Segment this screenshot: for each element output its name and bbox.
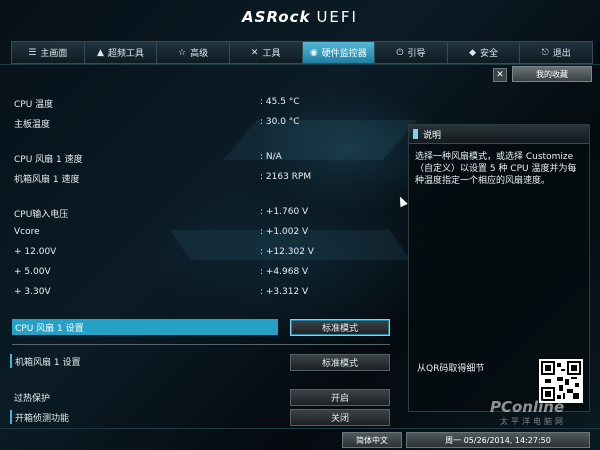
- reading-label: Vcore: [14, 227, 40, 237]
- overheat-protection-select[interactable]: 开启: [290, 389, 390, 406]
- setting-label: 过热保护: [14, 394, 51, 404]
- tab-exit[interactable]: ⎋ 退出: [520, 42, 592, 63]
- description-title: 说明: [423, 131, 442, 141]
- chassis-fan-mode-select[interactable]: 标准模式: [290, 354, 390, 371]
- tab-advanced[interactable]: ☆ 高级: [157, 42, 230, 63]
- tab-hw-monitor[interactable]: ◉ 硬件监控器: [302, 42, 376, 63]
- exit-icon: ⎋: [541, 47, 549, 58]
- bg-shard: [223, 120, 417, 160]
- reading-value: : +4.968 V: [260, 267, 309, 277]
- setting-label: 机箱风扇 1 设置: [15, 358, 81, 368]
- tab-label: 主画面: [40, 49, 68, 59]
- reading-label: 机箱风扇 1 速度: [14, 175, 80, 185]
- reading-label: CPU 风扇 1 速度: [14, 155, 83, 165]
- setting-label: 开箱侦测功能: [15, 414, 70, 424]
- tab-main[interactable]: ☰ 主画面: [12, 42, 85, 63]
- bookmark-icon[interactable]: ✕: [493, 68, 507, 82]
- my-favorites-button[interactable]: 我的收藏: [512, 66, 592, 82]
- reading-value: : 2163 RPM: [260, 172, 312, 182]
- chassis-intrusion-select[interactable]: 关闭: [290, 409, 390, 426]
- setting-row-cpu-fan-selected[interactable]: CPU 风扇 1 设置: [12, 319, 278, 335]
- watermark-subtitle: 太平洋电脑网: [500, 417, 566, 426]
- reading-value: : +1.002 V: [260, 227, 309, 237]
- cpu-fan-mode-select[interactable]: 标准模式: [290, 319, 390, 336]
- qr-code-image: [539, 359, 583, 403]
- list-icon: ☰: [28, 47, 37, 58]
- tab-label: 超频工具: [107, 49, 144, 59]
- header-marker: [413, 129, 418, 139]
- tab-label: 安全: [480, 49, 499, 59]
- tab-label: 退出: [552, 49, 571, 59]
- tab-boot[interactable]: ⏻ 引导: [375, 42, 448, 63]
- reading-label: + 3.30V: [14, 287, 51, 297]
- reading-label: + 12.00V: [14, 247, 57, 257]
- tab-label: 高级: [190, 49, 209, 59]
- qr-label: 从QR码取得细节: [417, 364, 485, 374]
- row-accent: [10, 354, 12, 368]
- description-header: 说明: [409, 125, 589, 144]
- reading-value: : 30.0 °C: [260, 117, 300, 127]
- tab-label: 硬件监控器: [321, 49, 367, 59]
- watermark-logo: PConline: [490, 398, 565, 416]
- reading-value: : +12.302 V: [260, 247, 314, 257]
- row-accent: [10, 410, 12, 424]
- reading-label: 主板温度: [14, 120, 51, 130]
- tab-security[interactable]: ◆ 安全: [448, 42, 521, 63]
- star-icon: ☆: [178, 47, 187, 58]
- reading-value: : N/A: [260, 152, 282, 162]
- tab-oc-tweaker[interactable]: ▲ 超频工具: [85, 42, 158, 63]
- shield-icon: ◆: [469, 47, 477, 58]
- wrench-icon: ✕: [250, 47, 259, 58]
- brand-name: ASRock: [242, 8, 311, 26]
- product-name: UEFI: [316, 8, 358, 26]
- reading-value: : +1.760 V: [260, 207, 309, 217]
- brand-logo: ASRock UEFI: [0, 8, 600, 26]
- description-panel: 说明 选择一种风扇模式，或选择 Customize（自定义）以设置 5 种 CP…: [408, 124, 590, 412]
- reading-value: : 45.5 °C: [260, 97, 300, 107]
- power-icon: ⏻: [396, 47, 404, 58]
- main-tab-bar: ☰ 主画面 ▲ 超频工具 ☆ 高级 ✕ 工具 ◉ 硬件监控器 ⏻ 引导 ◆ 安全 ⎋ 退出: [11, 41, 593, 64]
- setting-label: CPU 风扇 1 设置: [15, 324, 84, 334]
- reading-label: + 5.00V: [14, 267, 51, 277]
- reading-label: CPU输入电压: [14, 210, 69, 220]
- divider: [0, 64, 600, 65]
- language-button[interactable]: 简体中文: [342, 432, 402, 448]
- tab-tool[interactable]: ✕ 工具: [230, 42, 303, 63]
- tab-label: 工具: [262, 49, 281, 59]
- tab-label: 引导: [407, 49, 426, 59]
- description-text: 选择一种风扇模式，或选择 Customize（自定义）以设置 5 种 CPU 温…: [415, 152, 577, 186]
- rocket-icon: ▲: [96, 47, 104, 58]
- divider: [0, 428, 600, 429]
- date-time-display: 周一 05/26/2014, 14:27:50: [406, 432, 590, 448]
- reading-value: : +3.312 V: [260, 287, 309, 297]
- divider: [12, 344, 390, 345]
- reading-label: CPU 温度: [14, 100, 54, 110]
- monitor-icon: ◉: [309, 47, 318, 58]
